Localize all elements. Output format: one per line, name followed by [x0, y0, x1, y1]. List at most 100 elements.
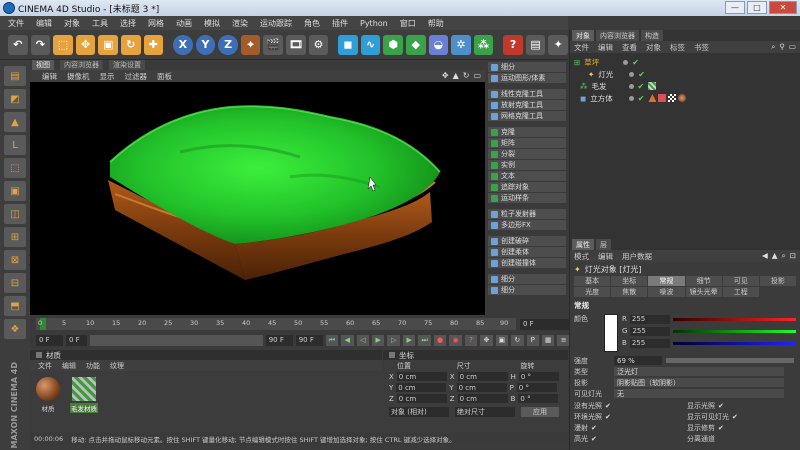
cube-primitive-icon[interactable]: ◼ [338, 34, 358, 55]
key-scale-icon[interactable]: ▣ [495, 334, 509, 346]
menu-motion-tracking[interactable]: 运动跟踪 [260, 18, 292, 29]
check-row[interactable]: 漫射 ✔ [574, 423, 687, 433]
tab-attributes[interactable]: 属性 [572, 239, 594, 250]
menu-character[interactable]: 角色 [304, 18, 320, 29]
rotation-b-field[interactable]: 0 ° [518, 394, 559, 403]
obj-text-button[interactable]: 文本 [488, 171, 566, 181]
check-row[interactable]: 分离通道 [687, 434, 800, 444]
visible-light-select[interactable]: 无 [614, 389, 784, 398]
prev-key-icon[interactable]: ◀ [341, 334, 354, 346]
menu-mesh[interactable]: 网格 [148, 18, 164, 29]
attr-tab-visibility[interactable]: 可见 [722, 276, 759, 286]
zoom-view-icon[interactable]: ▲ [453, 71, 459, 80]
obj-motion-spline-button[interactable]: 运动样条 [488, 193, 566, 203]
obj-fracture-button[interactable]: 分裂 [488, 149, 566, 159]
material-slot[interactable]: 材质 [34, 377, 62, 413]
red-field[interactable]: 255 [629, 314, 670, 324]
menu-simulate[interactable]: 模拟 [204, 18, 220, 29]
check-row[interactable]: 显示光照 ✔ [687, 401, 800, 411]
obj-grid-clone-button[interactable]: 网格克隆工具 [488, 111, 566, 121]
obj-create-softbody-button[interactable]: 创建柔体 [488, 247, 566, 257]
check-row[interactable]: 没有光照 ✔ [574, 401, 687, 411]
material-tag-icon[interactable] [678, 94, 687, 102]
light-icon[interactable]: ✦ [548, 34, 569, 55]
hair-material-tag-icon[interactable] [648, 82, 657, 90]
phong-tag-icon[interactable] [648, 94, 657, 102]
enabled-check-icon[interactable]: ✔ [638, 94, 645, 103]
objmgr-menu-bookmarks[interactable]: 书签 [694, 42, 709, 53]
autokey-icon[interactable]: ◉ [449, 334, 462, 346]
hair-material-slot[interactable]: 毛发材质 [70, 377, 98, 413]
green-field[interactable]: 255 [630, 326, 671, 336]
obj-polyfx-button[interactable]: 多边形FX [488, 220, 566, 230]
intensity-field[interactable]: 69 % [614, 356, 662, 365]
menu-object[interactable]: 对象 [64, 18, 80, 29]
menu-window[interactable]: 窗口 [400, 18, 416, 29]
tab-viewport[interactable]: 视图 [32, 60, 54, 70]
sculpt-icon[interactable]: ❖ [4, 319, 26, 339]
back-arrow-icon[interactable]: ◀ [762, 251, 768, 261]
menu-help[interactable]: 帮助 [428, 18, 444, 29]
size-y-field[interactable]: 0 cm [456, 383, 507, 392]
locked-workplane-icon[interactable]: ⬒ [4, 296, 26, 316]
subdivision-surface-icon[interactable]: ⬢ [383, 34, 403, 55]
axis-mode-icon[interactable]: L [4, 135, 26, 155]
shadow-select[interactable]: 阴影贴图（软阴影） [614, 378, 784, 387]
prev-frame-icon[interactable]: ◁ [356, 334, 370, 346]
key-rotation-icon[interactable]: ↻ [511, 334, 524, 346]
enabled-check-icon[interactable]: ✔ [632, 58, 639, 67]
position-z-field[interactable]: 0 cm [396, 394, 447, 403]
render-view-icon[interactable]: 🎬 [263, 34, 284, 55]
tab-render-settings[interactable]: 渲染设置 [109, 60, 145, 70]
menu-select[interactable]: 选择 [120, 18, 136, 29]
menu-python[interactable]: Python [360, 19, 388, 28]
attr-menu-edit[interactable]: 编辑 [598, 251, 613, 262]
tab-content-browser-right[interactable]: 内容浏览器 [596, 30, 639, 41]
pan-view-icon[interactable]: ✥ [442, 71, 449, 80]
model-mode-icon[interactable]: ◩ [4, 89, 26, 109]
tab-structure[interactable]: 构造 [641, 30, 663, 41]
visibility-dot-icon[interactable] [628, 95, 634, 101]
points-mode-icon[interactable]: ⬚ [4, 158, 26, 178]
enabled-check-icon[interactable]: ✔ [638, 70, 645, 79]
tab-content-browser[interactable]: 内容浏览器 [60, 60, 103, 70]
attr-tab-shadow[interactable]: 投影 [759, 276, 796, 286]
rotation-p-field[interactable]: 0 ° [516, 383, 557, 392]
visibility-dot-icon[interactable] [623, 59, 629, 65]
record-icon[interactable]: ● [433, 334, 447, 346]
obj-matrix-button[interactable]: 矩阵 [488, 138, 566, 148]
close-button[interactable]: ✕ [769, 1, 797, 14]
tree-item[interactable]: ⊞ 草坪 ✔ [574, 56, 796, 68]
minimize-button[interactable]: — [725, 1, 745, 14]
attr-tab-lens-flare[interactable]: 镜头光晕 [685, 287, 722, 297]
preview-range-slider[interactable] [90, 334, 263, 346]
live-select-icon[interactable]: ⬚ [53, 34, 73, 55]
menu-animation[interactable]: 动画 [176, 18, 192, 29]
attr-tab-project[interactable]: 工程 [722, 287, 759, 297]
obj-tracer-button[interactable]: 追踪对象 [488, 182, 566, 192]
menu-file[interactable]: 文件 [8, 18, 24, 29]
material-menu-edit[interactable]: 编辑 [62, 361, 76, 371]
next-key-icon[interactable]: ▶ [402, 334, 416, 346]
start-frame-field[interactable]: 0 F [36, 334, 63, 346]
visibility-dot-icon[interactable] [629, 71, 635, 77]
new-window-icon[interactable]: ▭ [789, 42, 796, 52]
size-mode-select[interactable]: 绝对尺寸 [455, 407, 515, 417]
last-tool-icon[interactable]: ✚ [143, 34, 164, 55]
objmgr-menu-view[interactable]: 查看 [622, 42, 637, 53]
hair-icon[interactable]: ⁂ [473, 34, 494, 55]
obj-linear-clone-button[interactable]: 线性克隆工具 [488, 89, 566, 99]
filter-icon[interactable]: ⚲ [779, 42, 785, 52]
preview-start-field[interactable]: 0 F [65, 334, 88, 346]
hair-tag-icon[interactable] [658, 94, 667, 102]
end-frame-field[interactable]: 90 F [295, 334, 323, 346]
blue-slider[interactable] [672, 341, 796, 345]
attr-tab-photometric[interactable]: 光度 [574, 287, 611, 297]
viewport-menu-camera[interactable]: 摄像机 [67, 71, 90, 82]
objmgr-menu-edit[interactable]: 编辑 [598, 42, 613, 53]
z-axis-icon[interactable]: Z [218, 34, 238, 55]
obj-subdivide-button-3[interactable]: 细分 [488, 285, 566, 295]
check-row[interactable]: 环境光照 ✔ [574, 412, 687, 422]
layer-browser-icon[interactable]: ▤ [525, 34, 546, 55]
check-row[interactable]: 显示可见灯光 ✔ [687, 412, 800, 422]
